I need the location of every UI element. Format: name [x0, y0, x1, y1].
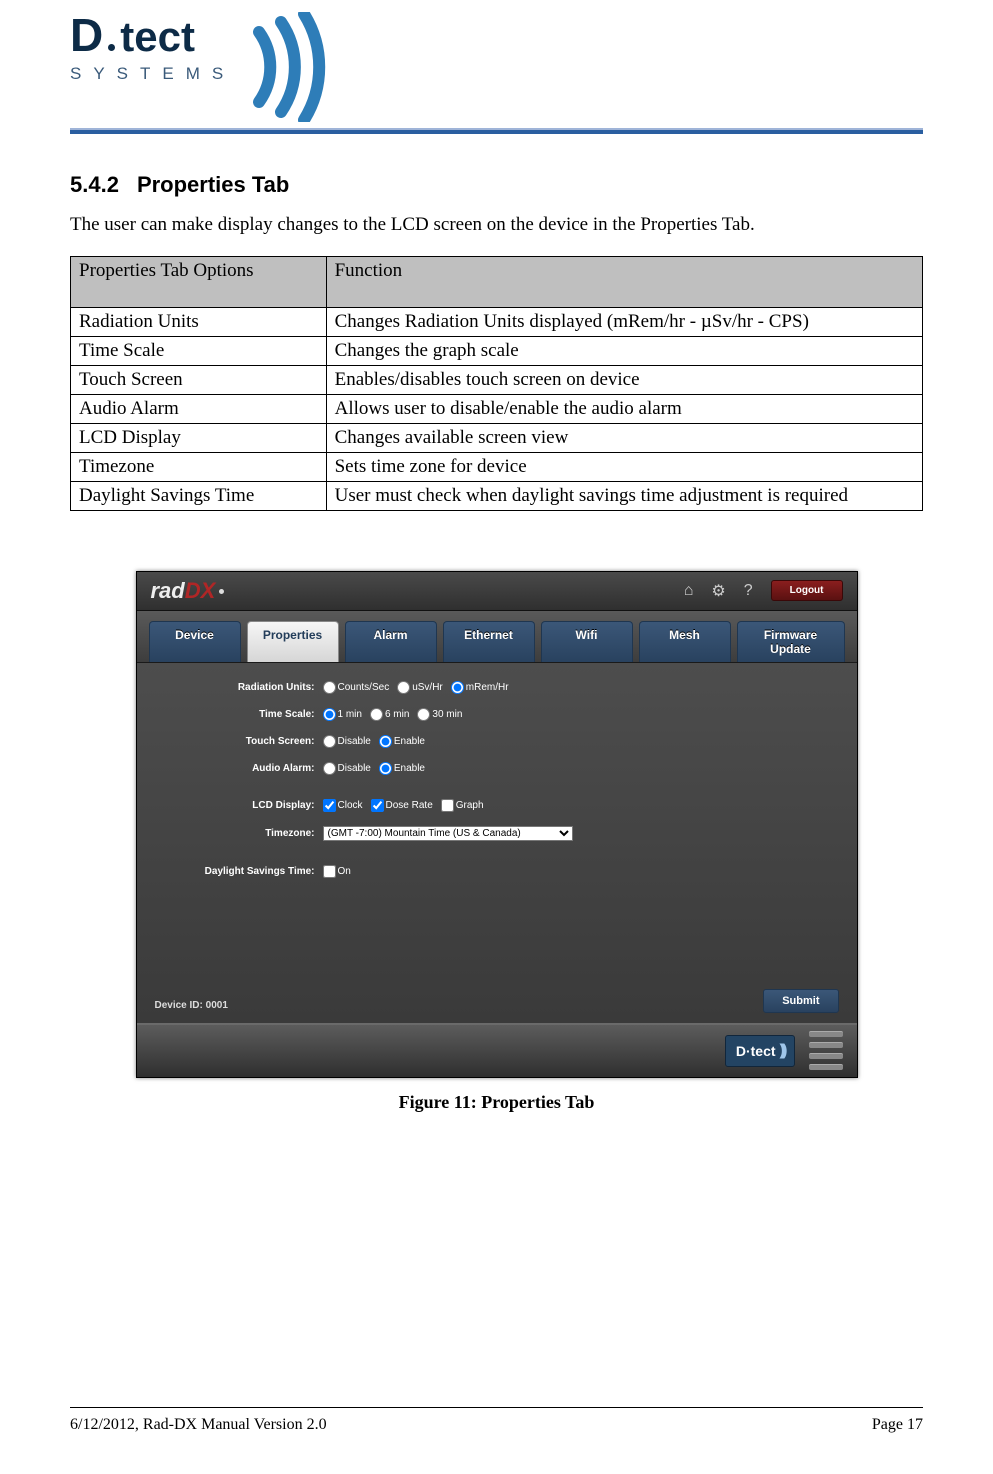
- brand-dot-icon: [219, 589, 224, 594]
- radio-usv-hr[interactable]: [397, 681, 410, 694]
- table-row: Time ScaleChanges the graph scale: [71, 336, 923, 365]
- check-dst-on[interactable]: [323, 865, 336, 878]
- logout-button[interactable]: Logout: [771, 580, 843, 601]
- radio-mrem-hr[interactable]: [451, 681, 464, 694]
- mini-logo-arcs-icon: ))): [780, 1042, 784, 1060]
- brand-rad: rad: [151, 578, 185, 603]
- home-icon[interactable]: ⌂: [684, 582, 694, 600]
- brand-dx: DX: [185, 578, 216, 603]
- submit-button[interactable]: Submit: [763, 989, 838, 1013]
- figure: radDX ⌂ ⚙ ? Logout Device Properties Ala…: [70, 571, 923, 1113]
- section-number: 5.4.2: [70, 172, 119, 197]
- label-dst: Daylight Savings Time:: [155, 866, 323, 877]
- options-table: Properties Tab Options Function Radiatio…: [70, 256, 923, 511]
- app-window: radDX ⌂ ⚙ ? Logout Device Properties Ala…: [136, 571, 858, 1078]
- tab-ethernet[interactable]: Ethernet: [443, 621, 535, 662]
- label-radiation-units: Radiation Units:: [155, 682, 323, 693]
- check-dose-rate[interactable]: [371, 799, 384, 812]
- header-rule: [70, 128, 923, 134]
- footer-left: 6/12/2012, Rad-DX Manual Version 2.0: [70, 1416, 327, 1434]
- page-footer: 6/12/2012, Rad-DX Manual Version 2.0 Pag…: [70, 1407, 923, 1434]
- footer-right: Page 17: [872, 1416, 923, 1434]
- tab-mesh[interactable]: Mesh: [639, 621, 731, 662]
- table-row: Radiation UnitsChanges Radiation Units d…: [71, 307, 923, 336]
- gear-icon[interactable]: ⚙: [711, 581, 725, 601]
- app-footer: D·tect ))): [137, 1023, 857, 1077]
- logo-arcs-icon: [249, 12, 339, 122]
- menu-icon[interactable]: [809, 1031, 843, 1070]
- label-time-scale: Time Scale:: [155, 709, 323, 720]
- help-icon[interactable]: ?: [744, 582, 753, 600]
- tab-wifi[interactable]: Wifi: [541, 621, 633, 662]
- check-graph[interactable]: [441, 799, 454, 812]
- section-heading: 5.4.2 Properties Tab: [70, 172, 923, 198]
- device-id: Device ID: 0001: [155, 1000, 228, 1011]
- logo-dot-icon: [108, 44, 115, 51]
- section-title: Properties Tab: [137, 172, 289, 197]
- radio-audio-enable[interactable]: [379, 762, 392, 775]
- app-topbar: radDX ⌂ ⚙ ? Logout: [137, 572, 857, 611]
- th-options: Properties Tab Options: [71, 256, 327, 307]
- th-function: Function: [326, 256, 922, 307]
- label-touch-screen: Touch Screen:: [155, 736, 323, 747]
- logo-subtitle: SYSTEMS: [70, 64, 235, 84]
- tab-bar: Device Properties Alarm Ethernet Wifi Me…: [137, 611, 857, 663]
- label-lcd-display: LCD Display:: [155, 800, 323, 811]
- radio-1min[interactable]: [323, 708, 336, 721]
- tab-device[interactable]: Device: [149, 621, 241, 662]
- table-row: Audio AlarmAllows user to disable/enable…: [71, 394, 923, 423]
- table-row: Daylight Savings TimeUser must check whe…: [71, 481, 923, 510]
- tab-alarm[interactable]: Alarm: [345, 621, 437, 662]
- label-timezone: Timezone:: [155, 828, 323, 839]
- logo-tect: tect: [120, 16, 195, 58]
- table-row: LCD DisplayChanges available screen view: [71, 423, 923, 452]
- page-header: D tect SYSTEMS: [70, 12, 923, 134]
- radio-30min[interactable]: [417, 708, 430, 721]
- radio-touch-enable[interactable]: [379, 735, 392, 748]
- check-clock[interactable]: [323, 799, 336, 812]
- radio-audio-disable[interactable]: [323, 762, 336, 775]
- app-brand: radDX: [151, 578, 225, 604]
- timezone-select[interactable]: (GMT -7:00) Mountain Time (US & Canada): [323, 826, 573, 841]
- figure-caption: Figure 11: Properties Tab: [399, 1092, 595, 1113]
- label-audio-alarm: Audio Alarm:: [155, 763, 323, 774]
- table-row: TimezoneSets time zone for device: [71, 452, 923, 481]
- radio-counts-sec[interactable]: [323, 681, 336, 694]
- radio-6min[interactable]: [370, 708, 383, 721]
- tab-firmware-update[interactable]: Firmware Update: [737, 621, 845, 662]
- radio-touch-disable[interactable]: [323, 735, 336, 748]
- mini-logo-text: D·tect: [736, 1043, 776, 1059]
- mini-logo: D·tect ))): [725, 1035, 795, 1067]
- intro-paragraph: The user can make display changes to the…: [70, 212, 923, 238]
- tab-properties[interactable]: Properties: [247, 621, 339, 662]
- properties-panel: Radiation Units: Counts/Sec uSv/Hr mRem/…: [137, 663, 857, 1023]
- logo: D tect SYSTEMS: [70, 12, 923, 122]
- table-row: Touch ScreenEnables/disables touch scree…: [71, 365, 923, 394]
- logo-d: D: [70, 12, 103, 58]
